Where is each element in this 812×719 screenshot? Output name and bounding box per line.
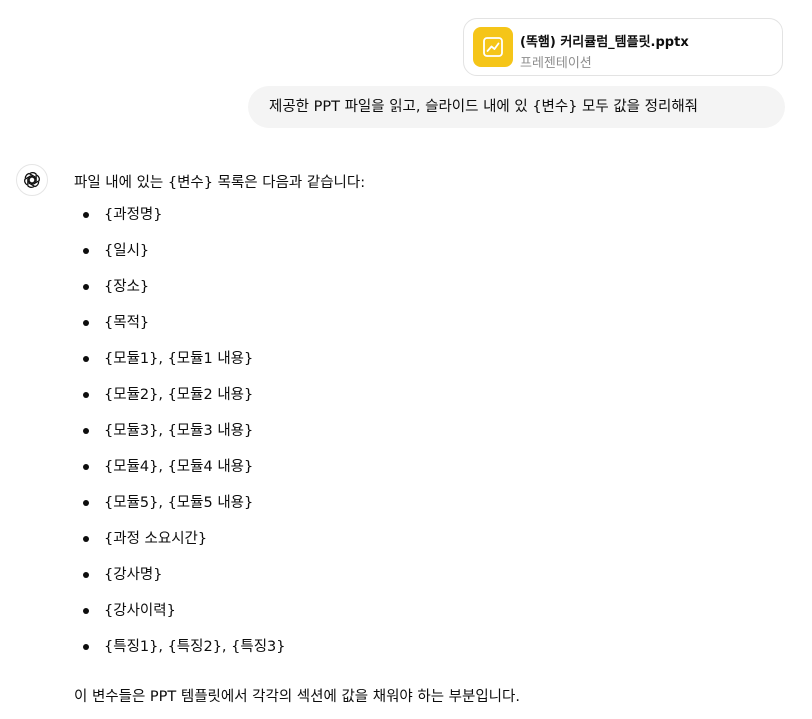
variable-text: {특징1}, {특징2}, {특징3}: [104, 639, 286, 655]
variable-text: {강사이력}: [104, 603, 176, 619]
file-attachment-card[interactable]: (똑햄) 커리큘럼_템플릿.pptx 프레젠테이션: [463, 18, 783, 76]
variable-text: {강사명}: [104, 567, 163, 583]
variable-text: {모듈3}, {모듈3 내용}: [104, 423, 254, 439]
list-item: {모듈1}, {모듈1 내용}: [74, 346, 794, 382]
list-item: {과정 소요시간}: [74, 526, 794, 562]
variable-list: {과정명} {일시} {장소} {목적} {모듈1}, {모듈1 내용} {모듈…: [74, 202, 794, 670]
user-message-bubble: 제공한 PPT 파일을 읽고, 슬라이드 내에 있 {변수} 모두 값을 정리해…: [248, 86, 785, 128]
bullet-icon: [83, 536, 89, 542]
bullet-icon: [83, 284, 89, 290]
variable-text: {과정 소요시간}: [104, 531, 208, 547]
list-item: {목적}: [74, 310, 794, 346]
list-item: {모듈3}, {모듈3 내용}: [74, 418, 794, 454]
variable-text: {모듈5}, {모듈5 내용}: [104, 495, 254, 511]
bullet-icon: [83, 392, 89, 398]
chat-page: (똑햄) 커리큘럼_템플릿.pptx 프레젠테이션 제공한 PPT 파일을 읽고…: [0, 0, 812, 719]
variable-text: {모듈2}, {모듈2 내용}: [104, 387, 254, 403]
list-item: {특징1}, {특징2}, {특징3}: [74, 634, 794, 670]
file-name: (똑햄) 커리큘럼_템플릿.pptx: [520, 35, 689, 50]
list-item: {모듈4}, {모듈4 내용}: [74, 454, 794, 490]
bullet-icon: [83, 320, 89, 326]
variable-text: {목적}: [104, 315, 150, 331]
bullet-icon: [83, 248, 89, 254]
bullet-icon: [83, 500, 89, 506]
bullet-icon: [83, 212, 89, 218]
variable-text: {모듈4}, {모듈4 내용}: [104, 459, 254, 475]
variable-text: {일시}: [104, 243, 150, 259]
list-item: {장소}: [74, 274, 794, 310]
bullet-icon: [83, 572, 89, 578]
bullet-icon: [83, 608, 89, 614]
variable-text: {모듈1}, {모듈1 내용}: [104, 351, 254, 367]
list-item: {모듈5}, {모듈5 내용}: [74, 490, 794, 526]
list-item: {일시}: [74, 238, 794, 274]
bullet-icon: [83, 644, 89, 650]
presentation-icon: [473, 27, 513, 67]
assistant-intro-text: 파일 내에 있는 {변수} 목록은 다음과 같습니다:: [74, 175, 366, 191]
list-item: {강사이력}: [74, 598, 794, 634]
assistant-message: 파일 내에 있는 {변수} 목록은 다음과 같습니다: {과정명} {일시} {…: [74, 170, 794, 670]
bullet-icon: [83, 428, 89, 434]
list-item: {과정명}: [74, 202, 794, 238]
bullet-icon: [83, 464, 89, 470]
list-item: {강사명}: [74, 562, 794, 598]
variable-text: {과정명}: [104, 207, 163, 223]
bullet-icon: [83, 356, 89, 362]
file-type-label: 프레젠테이션: [520, 56, 592, 71]
variable-text: {장소}: [104, 279, 150, 295]
list-item: {모듈2}, {모듈2 내용}: [74, 382, 794, 418]
openai-logo-icon: [16, 164, 48, 196]
assistant-outro-text: 이 변수들은 PPT 템플릿에서 각각의 섹션에 값을 채워야 하는 부분입니다…: [74, 689, 520, 705]
